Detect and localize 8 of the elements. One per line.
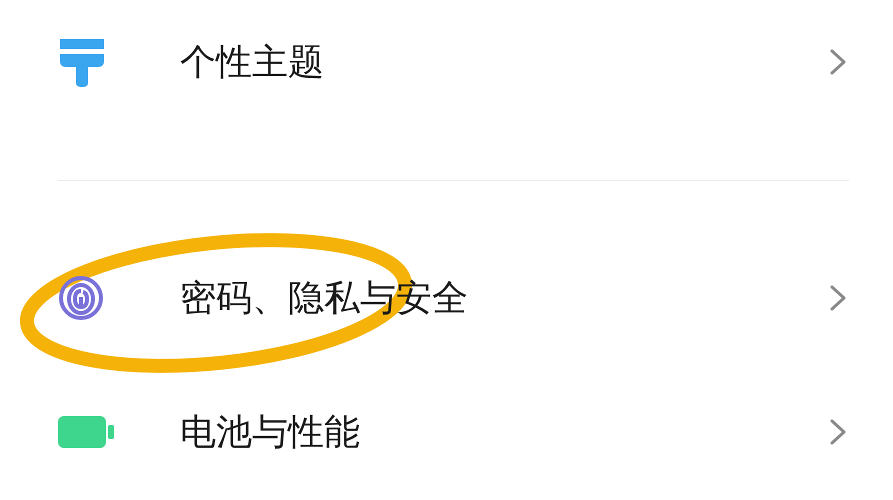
settings-item-label[interactable]: 电池与性能 (180, 408, 829, 456)
fingerprint-icon (58, 275, 104, 321)
paint-brush-icon (58, 37, 106, 87)
settings-item-label[interactable]: 个性主题 (180, 38, 829, 86)
chevron-right-icon (829, 284, 847, 312)
chevron-right-icon (829, 418, 847, 446)
battery-icon (58, 416, 114, 448)
chevron-right-icon (829, 48, 847, 76)
